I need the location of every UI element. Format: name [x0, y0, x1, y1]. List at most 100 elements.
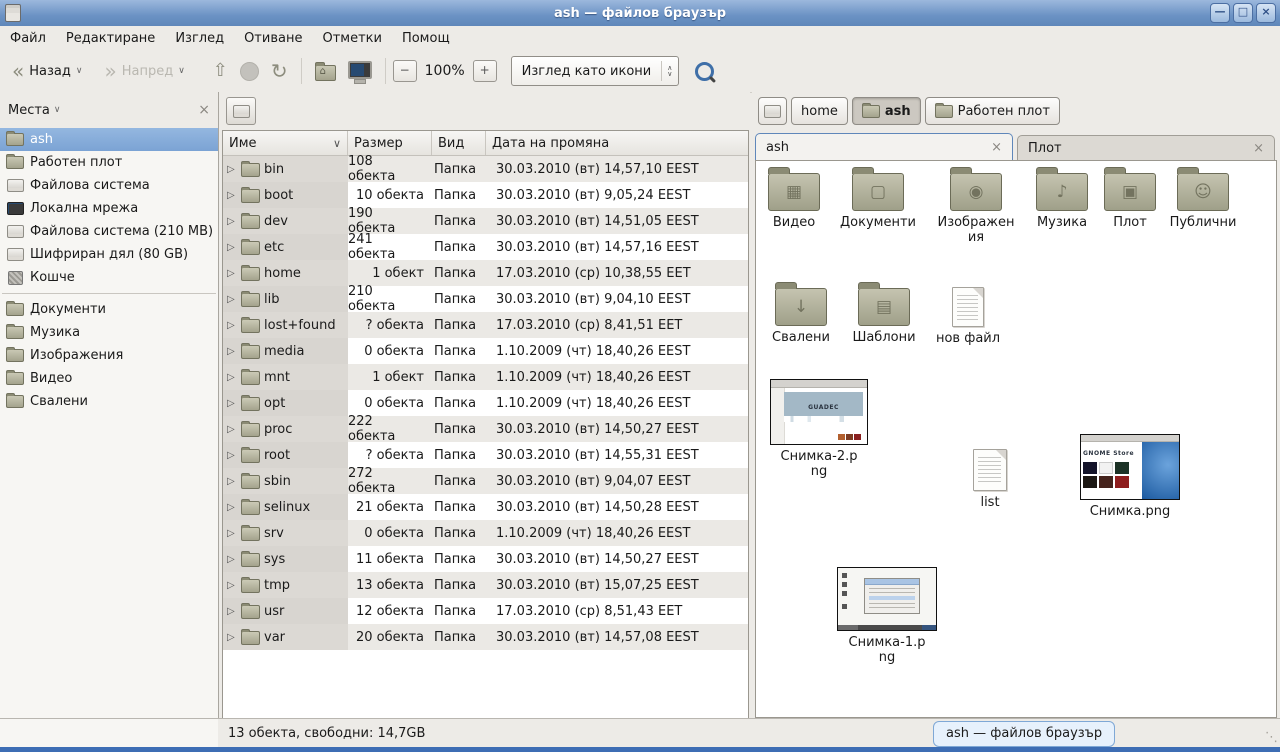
- column-header-date[interactable]: Дата на промяна: [486, 131, 748, 155]
- table-row[interactable]: ▷proc222 обектаПапка30.03.2010 (вт) 14,5…: [223, 416, 748, 442]
- folder-item-pictures[interactable]: ◉ Изображения: [936, 173, 1016, 245]
- column-header-name[interactable]: Име ∨: [223, 131, 348, 155]
- breadcrumb-home-button[interactable]: home: [791, 97, 848, 125]
- table-row[interactable]: ▷usr12 обектаПапка17.03.2010 (ср) 8,51,4…: [223, 598, 748, 624]
- expander-icon[interactable]: ▷: [227, 242, 237, 253]
- table-row[interactable]: ▷sbin272 обектаПапка30.03.2010 (вт) 9,04…: [223, 468, 748, 494]
- expander-icon[interactable]: ▷: [227, 502, 237, 513]
- table-row[interactable]: ▷root? обектаПапка30.03.2010 (вт) 14,55,…: [223, 442, 748, 468]
- table-row[interactable]: ▷sys11 обектаПапка30.03.2010 (вт) 14,50,…: [223, 546, 748, 572]
- expander-icon[interactable]: ▷: [227, 424, 237, 435]
- breadcrumb-root-button[interactable]: [758, 97, 787, 125]
- folder-item-public[interactable]: ☺ Публични: [1157, 173, 1249, 230]
- filesystem-root-button[interactable]: [226, 97, 256, 125]
- folder-item-templates[interactable]: ▤ Шаблони: [838, 288, 930, 345]
- expander-icon[interactable]: ▷: [227, 216, 237, 227]
- computer-button[interactable]: [342, 59, 378, 83]
- sidebar-item-network[interactable]: Локална мрежа: [0, 197, 218, 220]
- folder-item-downloads[interactable]: ↓ Свалени: [755, 288, 847, 345]
- file-item-snimka[interactable]: GNOME Store Снимка.png: [1084, 434, 1176, 519]
- home-button[interactable]: ⌂: [309, 57, 342, 85]
- back-dropdown-icon[interactable]: ∨: [76, 66, 83, 76]
- back-button[interactable]: « Назад ∨: [6, 59, 88, 83]
- file-item-list[interactable]: list: [944, 449, 1036, 510]
- sidebar-item-music[interactable]: Музика: [0, 321, 218, 344]
- sidebar-item-filesystem[interactable]: Файлова система: [0, 174, 218, 197]
- table-row[interactable]: ▷bin108 обектаПапка30.03.2010 (вт) 14,57…: [223, 156, 748, 182]
- reload-button[interactable]: ↻: [265, 58, 294, 84]
- expander-icon[interactable]: ▷: [227, 450, 237, 461]
- zoom-out-button[interactable]: −: [393, 60, 417, 82]
- search-icon[interactable]: [695, 62, 714, 81]
- expander-icon[interactable]: ▷: [227, 398, 237, 409]
- sidebar-item-videos[interactable]: Видео: [0, 367, 218, 390]
- folder-item-documents[interactable]: ▢ Документи: [832, 173, 924, 230]
- expander-icon[interactable]: ▷: [227, 580, 237, 591]
- tab-close-icon[interactable]: ×: [1253, 141, 1264, 156]
- sidebar-close-icon[interactable]: ×: [198, 102, 210, 118]
- expander-icon[interactable]: ▷: [227, 294, 237, 305]
- sidebar-item-encrypted-80gb[interactable]: Шифриран дял (80 GB): [0, 243, 218, 266]
- table-row[interactable]: ▷lib210 обектаПапка30.03.2010 (вт) 9,04,…: [223, 286, 748, 312]
- file-name: bin: [264, 162, 284, 177]
- expander-icon[interactable]: ▷: [227, 320, 237, 331]
- expander-icon[interactable]: ▷: [227, 346, 237, 357]
- up-button[interactable]: ⇧: [207, 58, 234, 84]
- expander-icon[interactable]: ▷: [227, 476, 237, 487]
- breadcrumb-ash-button[interactable]: ash: [852, 97, 921, 125]
- sidebar-item-desktop[interactable]: Работен плот: [0, 151, 218, 174]
- expander-icon[interactable]: ▷: [227, 528, 237, 539]
- expander-icon[interactable]: ▷: [227, 606, 237, 617]
- sidebar-item-pictures[interactable]: Изображения: [0, 344, 218, 367]
- sidebar-item-documents[interactable]: Документи: [0, 298, 218, 321]
- stop-button[interactable]: [234, 58, 265, 85]
- table-row[interactable]: ▷tmp13 обектаПапка30.03.2010 (вт) 15,07,…: [223, 572, 748, 598]
- icon-view[interactable]: ▦ Видео ▢ Документи ◉ Изображения ♪ Музи…: [755, 160, 1277, 718]
- table-row[interactable]: ▷mnt1 обектПапка1.10.2009 (чт) 18,40,26 …: [223, 364, 748, 390]
- table-row[interactable]: ▷lost+found? обектаПапка17.03.2010 (ср) …: [223, 312, 748, 338]
- table-row[interactable]: ▷srv0 обектаПапка1.10.2009 (чт) 18,40,26…: [223, 520, 748, 546]
- column-header-type[interactable]: Вид: [432, 131, 486, 155]
- taskbar-window-button[interactable]: ash — файлов браузър: [933, 721, 1115, 747]
- file-item-new-file[interactable]: нов файл: [922, 287, 1014, 346]
- expander-icon[interactable]: ▷: [227, 268, 237, 279]
- home-icon: ⌂: [315, 65, 336, 81]
- table-row[interactable]: ▷etc241 обектаПапка30.03.2010 (вт) 14,57…: [223, 234, 748, 260]
- expander-icon[interactable]: ▷: [227, 372, 237, 383]
- forward-button[interactable]: » Напред ∨: [98, 59, 190, 83]
- expander-icon[interactable]: ▷: [227, 554, 237, 565]
- column-header-size[interactable]: Размер: [348, 131, 432, 155]
- sidebar-item-trash[interactable]: Кошче: [0, 266, 218, 289]
- menu-go[interactable]: Отиване: [234, 29, 312, 48]
- table-row[interactable]: ▷selinux21 обектаПапка30.03.2010 (вт) 14…: [223, 494, 748, 520]
- expander-icon[interactable]: ▷: [227, 190, 237, 201]
- tab-ash[interactable]: ash ×: [755, 133, 1013, 160]
- menu-view[interactable]: Изглед: [165, 29, 234, 48]
- table-row[interactable]: ▷home1 обектПапка17.03.2010 (ср) 10,38,5…: [223, 260, 748, 286]
- table-row[interactable]: ▷var20 обектаПапка30.03.2010 (вт) 14,57,…: [223, 624, 748, 650]
- expander-icon[interactable]: ▷: [227, 632, 237, 643]
- table-row[interactable]: ▷boot10 обектаПапка30.03.2010 (вт) 9,05,…: [223, 182, 748, 208]
- zoom-in-button[interactable]: +: [473, 60, 497, 82]
- table-row[interactable]: ▷media0 обектаПапка1.10.2009 (чт) 18,40,…: [223, 338, 748, 364]
- file-item-snimka-1[interactable]: Снимка-1.png: [847, 567, 927, 665]
- table-row[interactable]: ▷dev190 обектаПапка30.03.2010 (вт) 14,51…: [223, 208, 748, 234]
- sidebar-title[interactable]: Места: [8, 103, 50, 118]
- sidebar-item-filesystem-210mb[interactable]: Файлова система (210 MB): [0, 220, 218, 243]
- file-item-snimka-2[interactable]: GUADEC Снимка-2.png: [779, 379, 859, 479]
- sidebar-item-ash[interactable]: ash: [0, 128, 218, 151]
- table-row[interactable]: ▷opt0 обектаПапка1.10.2009 (чт) 18,40,26…: [223, 390, 748, 416]
- tab-close-icon[interactable]: ×: [991, 140, 1002, 155]
- view-mode-select[interactable]: Изглед като икони ∧∨: [511, 56, 680, 86]
- resize-grip[interactable]: ⋱: [1265, 730, 1278, 745]
- breadcrumb-desktop-button[interactable]: Работен плот: [925, 97, 1060, 125]
- tab-desktop[interactable]: Плот ×: [1017, 135, 1275, 160]
- menu-bookmarks[interactable]: Отметки: [312, 29, 391, 48]
- menu-help[interactable]: Помощ: [392, 29, 460, 48]
- menu-edit[interactable]: Редактиране: [56, 29, 165, 48]
- folder-item-videos[interactable]: ▦ Видео: [748, 173, 840, 230]
- menu-file[interactable]: Файл: [0, 29, 56, 48]
- expander-icon[interactable]: ▷: [227, 164, 237, 175]
- sidebar-item-downloads[interactable]: Свалени: [0, 390, 218, 413]
- sidebar-title-dropdown-icon[interactable]: ∨: [54, 105, 61, 115]
